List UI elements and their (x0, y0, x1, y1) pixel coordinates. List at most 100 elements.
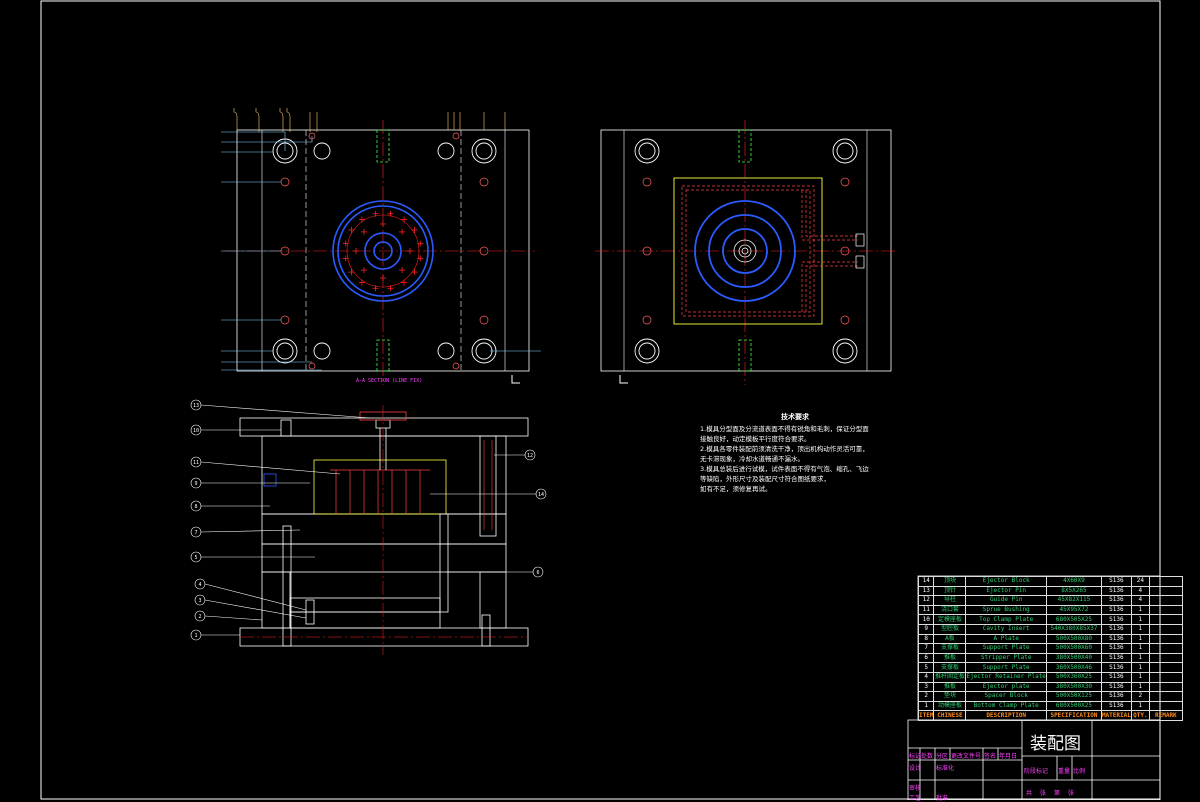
bom-row: 6 推板 Stripper Plate 380X500X40 S136 1 (917, 652, 1183, 664)
bom-cell: S136 (1100, 633, 1132, 645)
bom-row: 8 A板 A Plate 500X500X80 S136 1 (917, 633, 1183, 645)
bom-cell: Spacer Block (965, 691, 1047, 702)
bom-cell: Ejector plate (965, 681, 1047, 693)
bom-cell (1148, 614, 1183, 625)
bom-header-cell: DESCRIPTION (965, 710, 1047, 721)
bom-cell: 动模座板 (933, 700, 967, 712)
bom-cell: Support Plate (965, 643, 1047, 654)
bom-cell: 浇口套 (933, 604, 967, 616)
balloon-label: 8 (194, 504, 197, 510)
bom-cell: 8X5X265 (1045, 585, 1102, 597)
balloon-label: 4 (198, 582, 201, 588)
bom-cell: 2 (917, 691, 935, 702)
title-block-label: 设计 (909, 765, 922, 772)
bom-cell: Ejector Block (965, 576, 1047, 587)
bom-cell: S136 (1100, 700, 1132, 712)
bom-cell: S136 (1100, 585, 1132, 597)
note-line: 2.模具各零件装配前须清洗干净，顶出机构动作灵活可靠， (700, 445, 869, 453)
bom-cell: 540X380X85X37 (1045, 623, 1102, 635)
bom-cell: 380X500X40 (1045, 652, 1102, 664)
bom-cell: Support Plate (965, 662, 1047, 673)
bom-cell: S136 (1100, 671, 1132, 683)
bom-row: 10 定模座板 Top Clamp Plate 680X505X25 S136 1 (917, 614, 1183, 625)
bom-cell: S136 (1100, 691, 1132, 702)
bom-row: 11 浇口套 Sprue Bushing 45X95X72 S136 1 (917, 604, 1183, 616)
bom-cell (1148, 576, 1183, 587)
bom-cell: 4 (1130, 595, 1150, 606)
note-line: 如有不足，须修复再试。 (700, 485, 772, 493)
bom-cell: S136 (1100, 662, 1132, 673)
title-block-label: 批准 (936, 795, 949, 802)
bom-cell: 1 (1130, 614, 1150, 625)
bom-cell: 4 (1130, 585, 1150, 597)
bom-cell: 360X500X46 (1045, 662, 1102, 673)
bom-cell (1148, 595, 1183, 606)
bom-cell: 9 (917, 623, 935, 635)
bom-cell: A板 (933, 633, 967, 645)
technical-notes: 技术要求 1.模具分型面及分流道表面不得有锐角和毛刺，保证分型面 接触良好，动定模… (700, 412, 890, 494)
bom-cell: 680X505X25 (1045, 614, 1102, 625)
balloon-label: 12 (527, 453, 533, 459)
bom-row: 2 垫块 Spacer Block 500X50X125 S136 2 (917, 691, 1183, 702)
bom-cell: Guide Pin (965, 595, 1047, 606)
bom-cell (1148, 700, 1183, 712)
bom-cell: Ejector Pin (965, 585, 1047, 597)
title-block-label: 共 (1026, 790, 1033, 797)
bom-cell: 500X360X25 (1045, 671, 1102, 683)
bom-cell: S136 (1100, 595, 1132, 606)
bom-row: 13 顶针 Ejector Pin 8X5X265 S136 4 (917, 585, 1183, 597)
bom-cell: 24 (1130, 576, 1150, 587)
bom-row: 12 导柱 Guide Pin 45X82X115 S136 4 (917, 595, 1183, 606)
bom-row: 1 动模座板 Bottom Clamp Plate 680X500X25 S136 1 (917, 700, 1183, 712)
bom-cell: 3 (917, 681, 935, 693)
title-block-label: 签名 (984, 753, 997, 760)
bom-cell: 支撑板 (933, 643, 967, 654)
balloon-label: 3 (198, 598, 201, 604)
bom-row: 3 推板 Ejector plate 380X500X30 S136 1 (917, 681, 1183, 693)
balloon-label: 11 (193, 460, 199, 466)
bom-cell: 垫块 (933, 691, 967, 702)
bom-row: 5 支撑板 Support Plate 360X500X46 S136 1 (917, 662, 1183, 673)
bom-cell: 支撑板 (933, 662, 967, 673)
bom-cell: S136 (1100, 576, 1132, 587)
bom-header-cell: CHINESE (933, 710, 967, 721)
bom-cell: 13 (917, 585, 935, 597)
title-block-label: 工艺 (909, 795, 922, 802)
balloon-leader (200, 529, 301, 533)
bom-cell: A Plate (965, 633, 1047, 645)
bom-cell: 1 (917, 700, 935, 712)
note-line: 无卡滞现象，冷却水道畅通不漏水。 (700, 455, 804, 463)
balloon-leader (204, 615, 263, 621)
bom-cell: 定模座板 (933, 614, 967, 625)
title-block-label: 年月日 (999, 753, 1018, 760)
balloon-label: 10 (193, 428, 199, 434)
bom-cell: 380X500X30 (1045, 681, 1102, 693)
balloon-leader (200, 404, 371, 419)
bom-cell (1148, 643, 1183, 654)
title-block-label: 标准化 (936, 765, 955, 772)
balloon-label: 1 (194, 633, 197, 639)
bom-cell: 4 (917, 671, 935, 683)
bom-cell: 8 (917, 633, 935, 645)
bom-cell: 顶针 (933, 585, 967, 597)
bom-cell: S136 (1100, 614, 1132, 625)
bom-cell: 推杆固定板 (933, 671, 967, 683)
balloon-label: 13 (193, 403, 199, 409)
balloon-label: 6 (536, 570, 539, 576)
bom-cell: 1 (1130, 662, 1150, 673)
note-line: 等缺陷，外形尺寸及装配尺寸符合图纸要求， (700, 475, 830, 483)
bom-cell: 1 (1130, 681, 1150, 693)
balloon-label: 14 (538, 492, 544, 498)
bom-cell: Ejector Retainer Plate (965, 671, 1047, 683)
bom-cell: 1 (1130, 623, 1150, 635)
bom-cell (1148, 633, 1183, 645)
bom-cell (1148, 652, 1183, 664)
bom-cell: 500X50X125 (1045, 691, 1102, 702)
balloon-label: 5 (194, 555, 197, 561)
bom-cell: S136 (1100, 652, 1132, 664)
balloon-label: 2 (198, 614, 201, 620)
bom-row: 14 顶块 Ejector Block 4X60X9 S136 24 (917, 576, 1183, 587)
title-block-label: 第 (1054, 790, 1061, 797)
bom-cell: Cavity Insert (965, 623, 1047, 635)
balloon-leader (200, 461, 341, 475)
